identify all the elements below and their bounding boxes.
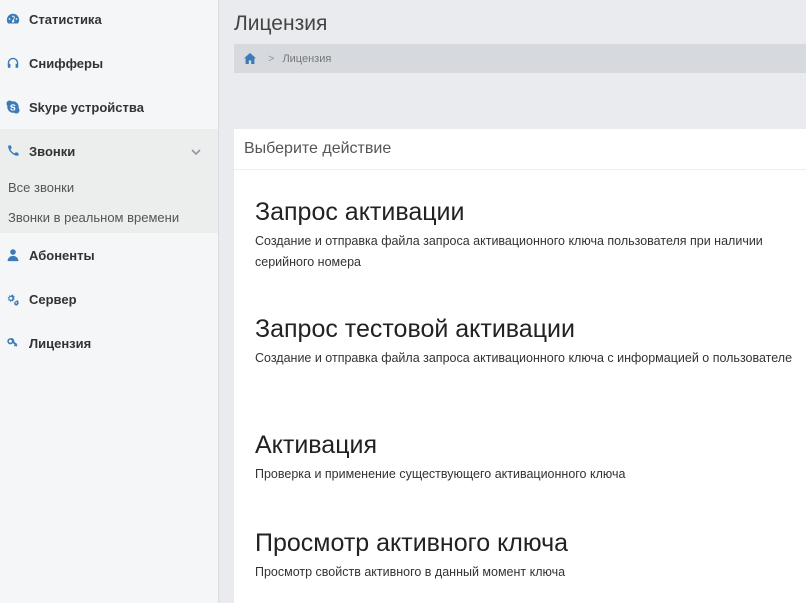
page-title: Лицензия bbox=[234, 12, 328, 35]
sidebar-item-label: Звонки bbox=[29, 143, 76, 159]
sidebar-item-license[interactable]: Лицензия bbox=[0, 321, 218, 365]
sidebar-item-calls[interactable]: Звонки bbox=[0, 129, 218, 173]
breadcrumb: > Лицензия bbox=[234, 44, 806, 73]
action-title[interactable]: Запрос активации bbox=[255, 197, 806, 227]
breadcrumb-separator: > bbox=[268, 52, 275, 65]
action-view-active-key[interactable]: Просмотр активного ключа Просмотр свойст… bbox=[255, 528, 806, 583]
sidebar-item-label: Статистика bbox=[29, 11, 102, 27]
sidebar: Статистика Снифферы Skype устройства Зво… bbox=[0, 0, 219, 603]
breadcrumb-current: Лицензия bbox=[282, 52, 332, 65]
sidebar-item-label: Skype устройства bbox=[29, 99, 144, 115]
sidebar-subitem-all-calls[interactable]: Все звонки bbox=[8, 180, 74, 195]
user-icon bbox=[6, 248, 20, 262]
sidebar-item-label: Лицензия bbox=[29, 335, 92, 351]
headphones-icon bbox=[6, 56, 20, 70]
action-activation[interactable]: Активация Проверка и применение существу… bbox=[255, 430, 806, 485]
action-activation-request[interactable]: Запрос активации Создание и отправка фай… bbox=[255, 197, 806, 273]
action-description: Создание и отправка файла запроса актива… bbox=[255, 234, 763, 269]
home-icon[interactable] bbox=[244, 53, 256, 64]
sidebar-subitem-realtime-calls[interactable]: Звонки в реальном времени bbox=[8, 210, 179, 225]
panel-header: Выберите действие bbox=[234, 129, 806, 170]
sidebar-item-label: Абоненты bbox=[29, 247, 95, 263]
chevron-down-icon bbox=[190, 145, 202, 157]
sidebar-item-skype-devices[interactable]: Skype устройства bbox=[0, 85, 218, 129]
phone-icon bbox=[6, 144, 20, 158]
sidebar-item-subscribers[interactable]: Абоненты bbox=[0, 233, 218, 277]
panel-header-text: Выберите действие bbox=[244, 140, 392, 157]
calls-submenu: Все звонки Звонки в реальном времени bbox=[0, 173, 218, 233]
action-title[interactable]: Активация bbox=[255, 430, 806, 460]
action-title[interactable]: Запрос тестовой активации bbox=[255, 314, 806, 344]
key-icon bbox=[6, 336, 20, 350]
dashboard-icon bbox=[6, 12, 20, 26]
action-description: Просмотр свойств активного в данный моме… bbox=[255, 565, 566, 579]
sidebar-item-statistics[interactable]: Статистика bbox=[0, 0, 218, 41]
sidebar-item-label: Снифферы bbox=[29, 55, 104, 71]
action-description: Проверка и применение существующего акти… bbox=[255, 467, 626, 481]
action-test-activation-request[interactable]: Запрос тестовой активации Создание и отп… bbox=[255, 314, 806, 369]
skype-icon bbox=[6, 100, 20, 114]
gears-icon bbox=[6, 292, 20, 306]
action-title[interactable]: Просмотр активного ключа bbox=[255, 528, 806, 558]
sidebar-item-sniffers[interactable]: Снифферы bbox=[0, 41, 218, 85]
actions-panel: Выберите действие Запрос активации Созда… bbox=[234, 129, 806, 603]
sidebar-item-server[interactable]: Сервер bbox=[0, 277, 218, 321]
sidebar-item-label: Сервер bbox=[29, 291, 77, 307]
action-description: Создание и отправка файла запроса актива… bbox=[255, 351, 793, 365]
